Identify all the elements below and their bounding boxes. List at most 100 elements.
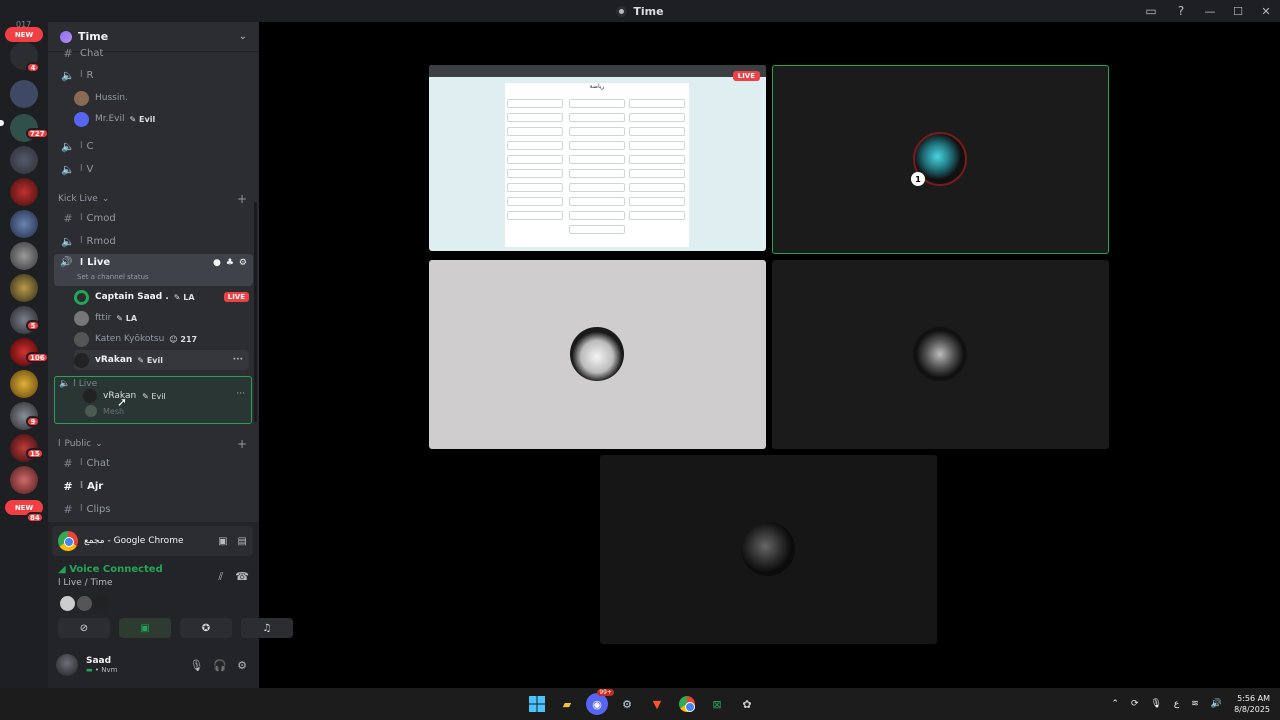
channel-status-hint[interactable]: Set a channel status xyxy=(77,273,149,281)
folder-icon[interactable] xyxy=(10,80,38,108)
voice-user[interactable]: Captain Saad . ✎ LA LIVE xyxy=(74,287,249,307)
channel-label: Live xyxy=(78,379,98,389)
volume-icon[interactable]: 🔊 xyxy=(1211,699,1222,709)
channel-prefix: ا xyxy=(80,164,83,174)
help-icon[interactable]: ? xyxy=(1166,0,1196,22)
avatar xyxy=(570,327,624,381)
server-icon[interactable] xyxy=(10,210,38,238)
speaker-icon: 🔈 xyxy=(61,162,75,176)
chrome-icon[interactable] xyxy=(676,693,698,715)
category-public[interactable]: ا Public ⌄ + xyxy=(54,437,253,451)
screen-share-button[interactable]: ▣ xyxy=(119,618,171,638)
soundboard-button[interactable]: ♫ xyxy=(241,618,293,638)
add-channel-icon[interactable]: + xyxy=(237,192,247,206)
user-name: Captain Saad . xyxy=(95,292,169,302)
voice-status[interactable]: ◢ Voice Connected xyxy=(58,564,163,575)
channel-chat-cut[interactable]: # Chat xyxy=(54,48,253,58)
participant-tile-speaking[interactable]: 1 xyxy=(772,65,1109,254)
more-icon[interactable]: ··· xyxy=(236,389,245,399)
gear-icon[interactable]: ⚙ xyxy=(239,258,247,268)
category-kick-live[interactable]: Kick Live ⌄ + xyxy=(54,192,253,206)
participant-tile[interactable] xyxy=(772,260,1109,449)
server-icon[interactable] xyxy=(10,466,38,494)
browser-bar xyxy=(429,65,766,77)
channel-label: Chat xyxy=(86,457,110,469)
steam-icon[interactable]: ⚙ xyxy=(616,693,638,715)
voice-channel-live-selected[interactable]: 🔊 ا Live Set a channel status ● ♣ ⚙ xyxy=(54,254,253,286)
avatar xyxy=(60,596,75,611)
file-explorer-icon[interactable]: ▰ xyxy=(556,693,578,715)
voice-channel-c[interactable]: 🔈 ا C xyxy=(54,136,253,156)
chat-icon[interactable]: ● xyxy=(213,258,221,268)
add-channel-icon[interactable]: + xyxy=(237,437,247,451)
clock[interactable]: 5:56 AM 8/8/2025 xyxy=(1234,693,1270,715)
sync-icon[interactable]: ⟳ xyxy=(1131,699,1139,709)
wifi-icon[interactable]: ≋ xyxy=(1191,699,1199,709)
language-indicator[interactable]: ع xyxy=(1174,699,1179,709)
card xyxy=(629,211,685,220)
server-icon[interactable] xyxy=(10,274,38,302)
channel-label: R xyxy=(86,69,94,81)
text-channel-clips[interactable]: # ا Clips xyxy=(54,499,253,519)
participant-tile[interactable] xyxy=(429,260,766,449)
voice-channel-v[interactable]: 🔈 ا V xyxy=(54,159,253,179)
server-icon[interactable] xyxy=(10,178,38,206)
minimize-button[interactable]: — xyxy=(1196,0,1224,22)
activities-button[interactable]: ✪ xyxy=(180,618,232,638)
server-icon[interactable] xyxy=(10,242,38,270)
text-channel-ajr[interactable]: # ا Ajr xyxy=(54,476,253,496)
start-icon[interactable] xyxy=(526,693,548,715)
card xyxy=(507,127,563,136)
card xyxy=(569,113,625,122)
voice-user[interactable]: Mr.Evil ✎ Evil xyxy=(74,109,249,129)
channel-label: Clips xyxy=(86,503,111,515)
voice-channel-rmod[interactable]: 🔈 ا Rmod xyxy=(54,231,253,251)
discord-icon[interactable]: ◉ 99+ xyxy=(586,689,614,715)
drag-target-live[interactable]: 🔈 ا Live vRakan ✎ Evil Mesh ··· ➚ xyxy=(54,376,252,424)
brave-icon[interactable]: ▼ xyxy=(646,693,668,715)
streaming-app-row: مجمع - Google Chrome ▣ ▤ xyxy=(52,526,253,556)
stream-settings-icon[interactable]: ▤ xyxy=(238,536,247,547)
voice-channel-r[interactable]: 🔈 ا R xyxy=(54,65,253,85)
inbox-icon[interactable]: ▭ xyxy=(1136,0,1166,22)
headphones-icon[interactable]: 🎧 xyxy=(213,659,227,672)
invite-icon[interactable]: ♣ xyxy=(226,258,234,268)
avatar xyxy=(74,352,89,368)
more-icon[interactable]: ··· xyxy=(233,355,243,365)
voice-user[interactable]: Katen Kyōkotsu ☺ 217 xyxy=(74,329,249,349)
gear-icon[interactable]: ⚙ xyxy=(237,659,247,672)
window-title: Time xyxy=(616,5,664,18)
noise-suppression-icon[interactable]: ⫽ xyxy=(218,570,223,584)
chevron-up-icon[interactable]: ⌃ xyxy=(1111,699,1119,709)
camera-off-button[interactable]: ⊘ xyxy=(58,618,110,638)
scrollbar[interactable] xyxy=(254,202,257,422)
badge-count: 106 xyxy=(26,352,49,363)
microphone-icon[interactable]: 🎙 xyxy=(189,659,203,672)
avatar[interactable] xyxy=(54,652,80,678)
voice-user[interactable]: vRakan ✎ Evil ··· xyxy=(74,350,249,370)
text-channel-chat[interactable]: # ا Chat xyxy=(54,453,253,473)
channel-label: Ajr xyxy=(87,480,104,492)
server-icon[interactable] xyxy=(10,146,38,174)
settings-icon[interactable]: ✿ xyxy=(736,693,758,715)
disconnect-icon[interactable]: ☎ xyxy=(235,570,249,584)
server-icon[interactable] xyxy=(10,370,38,398)
avatar xyxy=(741,522,795,576)
stream-tile[interactable]: رياضة LIVE xyxy=(429,65,766,251)
speaker-icon: 🔈 xyxy=(61,139,75,153)
card xyxy=(507,141,563,150)
microphone-icon[interactable]: 🎙 xyxy=(1150,699,1161,709)
cursor-icon: ➚ xyxy=(117,395,128,409)
stop-stream-icon[interactable]: ▣ xyxy=(218,536,227,547)
voice-user[interactable]: Hussin. xyxy=(74,88,249,108)
maximize-button[interactable]: ☐ xyxy=(1224,0,1252,22)
text-channel-cmod[interactable]: # ا Cmod xyxy=(54,208,253,228)
card xyxy=(507,155,563,164)
channel-prefix: ا xyxy=(58,578,61,588)
voice-channel-path[interactable]: ا Live / Time xyxy=(58,578,113,588)
new-badge[interactable]: NEW xyxy=(5,27,43,42)
participant-tile[interactable] xyxy=(600,455,937,644)
xbox-icon[interactable]: ⊠ xyxy=(706,693,728,715)
voice-user[interactable]: fttir ✎ LA xyxy=(74,308,249,328)
close-button[interactable]: ✕ xyxy=(1252,0,1280,22)
